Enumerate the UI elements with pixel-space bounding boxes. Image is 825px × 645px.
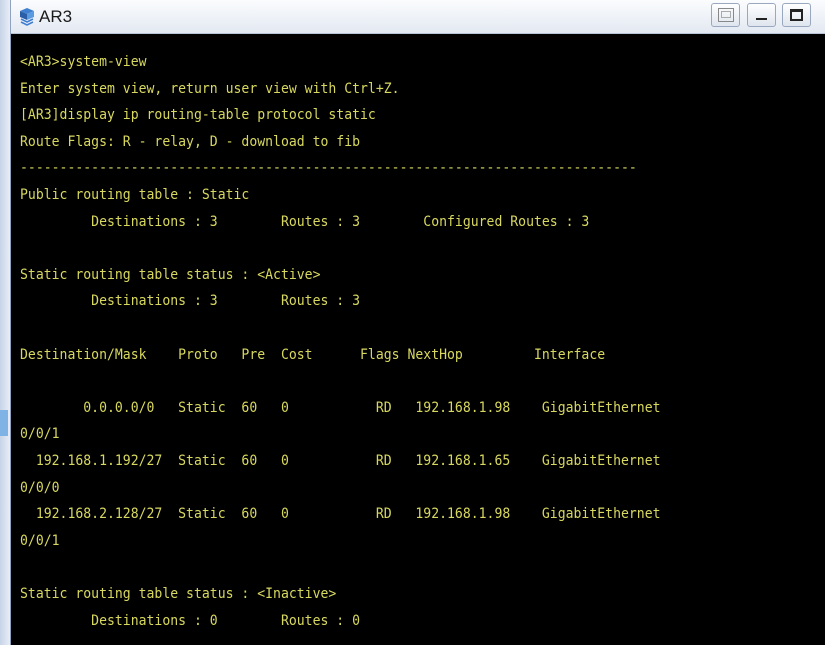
- window-title: AR3: [39, 7, 73, 26]
- terminal-line: <AR3>system-view: [20, 53, 147, 70]
- terminal-line: 192.168.2.128/27 Static 60 0 RD 192.168.…: [20, 505, 661, 523]
- terminal-output[interactable]: <AR3>system-view Enter system view, retur…: [11, 34, 825, 645]
- terminal-line: 0.0.0.0/0 Static 60 0 RD 192.168.1.98 Gi…: [20, 398, 661, 416]
- title-bar[interactable]: AR3: [11, 0, 825, 34]
- minimize-button[interactable]: [747, 3, 776, 27]
- terminal-line: Static routing table status : <Inactive>: [20, 585, 337, 602]
- terminal-line: Public routing table : Static: [20, 186, 250, 203]
- terminal-line: Destinations : 3 Routes : 3 Configured R…: [20, 212, 590, 230]
- desktop-edge-highlight: [0, 410, 8, 436]
- terminal-line: Static routing table status : <Active>: [20, 265, 321, 283]
- terminal-window: AR3 <AR3>system-view Enter system view, r…: [10, 0, 825, 645]
- desktop-left-edge: [0, 0, 10, 645]
- terminal-line: [AR3]display ip routing-table protocol s…: [20, 106, 376, 124]
- terminal-line: 0/0/0: [20, 478, 60, 496]
- router-icon: [17, 7, 37, 27]
- terminal-line: Route Flags: R - relay, D - download to …: [20, 132, 361, 150]
- terminal-line: 0/0/1: [20, 531, 60, 549]
- maximize-button[interactable]: [782, 3, 811, 27]
- terminal-line: ----------------------------------------…: [20, 159, 637, 177]
- terminal-line: 0/0/1: [20, 425, 60, 443]
- restore-icon: [717, 8, 734, 22]
- minimize-icon: [756, 18, 767, 20]
- terminal-line: Destinations : 3 Routes : 3: [20, 292, 361, 310]
- terminal-line: Destinations : 0 Routes : 0: [20, 611, 361, 629]
- terminal-line: Enter system view, return user view with…: [20, 79, 400, 97]
- restore-button[interactable]: [711, 3, 740, 27]
- terminal-line: 192.168.1.192/27 Static 60 0 RD 192.168.…: [20, 452, 661, 469]
- maximize-icon: [790, 9, 803, 21]
- terminal-line: Destination/Mask Proto Pre Cost Flags Ne…: [20, 345, 606, 363]
